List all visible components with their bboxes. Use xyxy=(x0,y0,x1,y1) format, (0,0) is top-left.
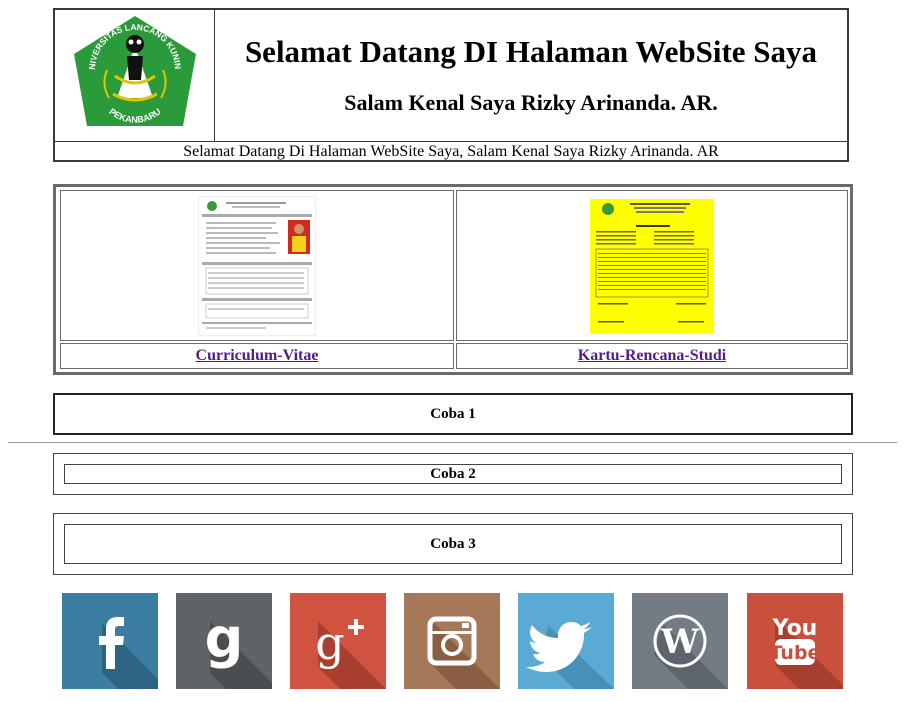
documents-table: Curriculum-Vitae Kartu-Rencana-Studi xyxy=(53,184,853,375)
svg-text:W: W xyxy=(660,622,700,662)
page-title: Selamat Datang DI Halaman WebSite Saya xyxy=(244,34,818,69)
svg-text:Tube: Tube xyxy=(770,642,821,664)
krs-link-cell: Kartu-Rencana-Studi xyxy=(456,343,848,369)
twitter-icon[interactable] xyxy=(518,593,614,689)
google-plus-icon[interactable]: g xyxy=(290,593,386,689)
header-table: UNIVERSITAS LANCANG KUNING PEKANBARU Sel… xyxy=(52,2,849,162)
coba-1-box: Coba 1 xyxy=(53,393,853,435)
page-subtitle: Salam Kenal Saya Rizky Arinanda. AR. xyxy=(344,90,718,115)
logo-cell: UNIVERSITAS LANCANG KUNING PEKANBARU xyxy=(52,2,215,141)
svg-text:g: g xyxy=(205,607,244,670)
krs-image-cell xyxy=(456,190,848,341)
kartu-rencana-studi-link[interactable]: Kartu-Rencana-Studi xyxy=(578,347,726,365)
curriculum-vitae-link[interactable]: Curriculum-Vitae xyxy=(196,347,319,365)
coba-2-label: Coba 2 xyxy=(64,464,842,484)
divider xyxy=(8,442,897,443)
facebook-icon[interactable] xyxy=(62,593,158,689)
wordpress-icon[interactable]: W xyxy=(632,593,728,689)
welcome-text: Selamat Datang Di Halaman WebSite Saya, … xyxy=(55,141,847,160)
svg-text:g: g xyxy=(315,616,344,670)
cv-link-cell: Curriculum-Vitae xyxy=(60,343,454,369)
cv-image-cell xyxy=(60,190,454,341)
coba-3-label: Coba 3 xyxy=(64,524,842,564)
title-cell: Selamat Datang DI Halaman WebSite Saya S… xyxy=(215,10,847,141)
krs-thumbnail[interactable] xyxy=(590,198,714,333)
youtube-icon[interactable]: You Tube xyxy=(747,593,843,689)
coba-3-box: Coba 3 xyxy=(53,513,853,575)
university-logo: UNIVERSITAS LANCANG KUNING PEKANBARU xyxy=(52,2,196,126)
goodreads-icon[interactable]: g xyxy=(176,593,272,689)
instagram-icon[interactable] xyxy=(404,593,500,689)
coba-2-box: Coba 2 xyxy=(53,453,853,495)
cv-thumbnail[interactable] xyxy=(198,195,316,336)
svg-text:You: You xyxy=(772,616,818,641)
